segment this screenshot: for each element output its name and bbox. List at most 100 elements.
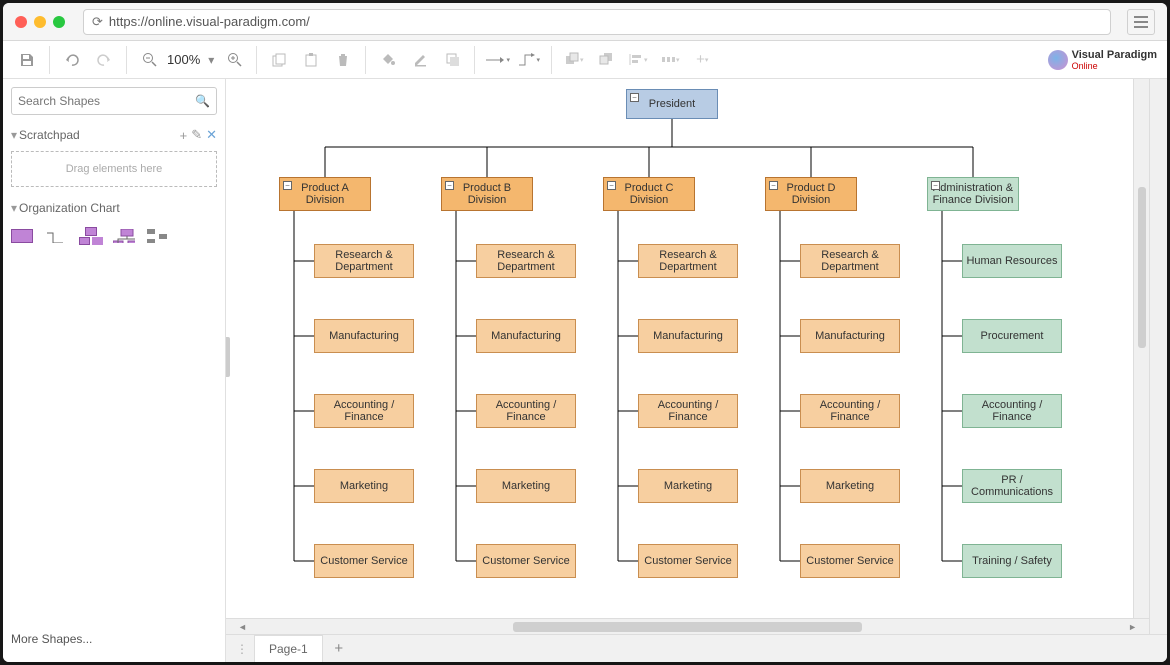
org-node[interactable]: Research & Department	[638, 244, 738, 278]
zoom-in-button[interactable]	[220, 46, 248, 74]
brand-icon	[1048, 50, 1068, 70]
app-window: ⟳ https://online.visual-paradigm.com/ 10…	[3, 3, 1167, 662]
address-bar[interactable]: ⟳ https://online.visual-paradigm.com/	[83, 9, 1111, 35]
org-node[interactable]: Product B Division−	[441, 177, 533, 211]
org-node[interactable]: Manufacturing	[800, 319, 900, 353]
org-node[interactable]: PR / Communications	[962, 469, 1062, 503]
sidebar: 🔍 ▾ Scratchpad + ✎ ✕ Drag elements here …	[3, 79, 226, 662]
waypoint-style-button[interactable]: ▾	[515, 46, 543, 74]
search-icon[interactable]: 🔍	[195, 94, 210, 108]
traffic-lights	[15, 16, 65, 28]
collapse-toggle[interactable]: −	[769, 181, 778, 190]
org-node[interactable]: Marketing	[476, 469, 576, 503]
zoom-out-button[interactable]	[135, 46, 163, 74]
zoom-value[interactable]: 100%	[165, 52, 202, 67]
more-shapes-link[interactable]: More Shapes...	[11, 624, 217, 654]
org-node[interactable]: Accounting / Finance	[476, 394, 576, 428]
brand-sub: Online	[1072, 61, 1157, 71]
page-tabs: ⋮ Page-1 +	[226, 634, 1167, 662]
zoom-dropdown[interactable]: ▾	[204, 46, 218, 74]
maximize-window-button[interactable]	[53, 16, 65, 28]
org-node[interactable]: Manufacturing	[476, 319, 576, 353]
shape-connector[interactable]	[45, 229, 67, 243]
org-node[interactable]: Research & Department	[800, 244, 900, 278]
horizontal-scrollbar[interactable]: ◄►	[226, 618, 1149, 634]
undo-button[interactable]	[58, 46, 86, 74]
tab-drag-handle[interactable]: ⋮	[230, 642, 254, 656]
shape-palette	[11, 227, 217, 245]
org-node[interactable]: Research & Department	[476, 244, 576, 278]
org-node[interactable]: Manufacturing	[638, 319, 738, 353]
redo-button[interactable]	[90, 46, 118, 74]
format-panel-collapsed[interactable]	[1149, 79, 1167, 634]
delete-button[interactable]	[329, 46, 357, 74]
browser-menu-button[interactable]	[1127, 9, 1155, 35]
shape-orgchart-large[interactable]	[113, 229, 135, 243]
minimize-window-button[interactable]	[34, 16, 46, 28]
collapse-toggle[interactable]: −	[630, 93, 639, 102]
search-shapes-input[interactable]	[18, 94, 195, 108]
org-node[interactable]: Customer Service	[638, 544, 738, 578]
save-button[interactable]	[13, 46, 41, 74]
collapse-toggle[interactable]: −	[931, 181, 940, 190]
line-color-button[interactable]	[406, 46, 434, 74]
scratchpad-close-button[interactable]: ✕	[206, 127, 217, 143]
org-node[interactable]: Administration & Finance Division−	[927, 177, 1019, 211]
fill-color-button[interactable]	[374, 46, 402, 74]
org-node[interactable]: Accounting / Finance	[962, 394, 1062, 428]
org-node[interactable]: Product D Division−	[765, 177, 857, 211]
diagram-canvas[interactable]: President− Product A Division− Research & …	[226, 79, 1149, 618]
brand-name: Visual Paradigm	[1072, 49, 1157, 61]
shape-node[interactable]	[11, 229, 33, 243]
collapse-toggle[interactable]: −	[283, 181, 292, 190]
org-node[interactable]: Human Resources	[962, 244, 1062, 278]
org-node[interactable]: Accounting / Finance	[638, 394, 738, 428]
brand-logo[interactable]: Visual Paradigm Online	[1048, 49, 1157, 71]
shape-list[interactable]	[147, 229, 169, 243]
collapse-toggle[interactable]: −	[607, 181, 616, 190]
org-node[interactable]: Manufacturing	[314, 319, 414, 353]
org-node[interactable]: Accounting / Finance	[314, 394, 414, 428]
copy-button[interactable]	[265, 46, 293, 74]
org-node[interactable]: Marketing	[800, 469, 900, 503]
paste-button[interactable]	[297, 46, 325, 74]
browser-chrome: ⟳ https://online.visual-paradigm.com/	[3, 3, 1167, 41]
scratchpad-dropzone[interactable]: Drag elements here	[11, 151, 217, 187]
org-node[interactable]: Research & Department	[314, 244, 414, 278]
scratchpad-add-button[interactable]: +	[180, 128, 188, 143]
org-node[interactable]: Product C Division−	[603, 177, 695, 211]
add-page-button[interactable]: +	[325, 640, 353, 657]
org-node[interactable]: Marketing	[314, 469, 414, 503]
distribute-button[interactable]: ▾	[656, 46, 684, 74]
org-node[interactable]: Training / Safety	[962, 544, 1062, 578]
scratchpad-edit-button[interactable]: ✎	[191, 127, 202, 143]
collapse-toggle[interactable]: −	[445, 181, 454, 190]
add-button[interactable]: + ▾	[688, 46, 716, 74]
shadow-button[interactable]	[438, 46, 466, 74]
org-chart-header[interactable]: ▾ Organization Chart	[11, 201, 217, 215]
org-node[interactable]: Customer Service	[800, 544, 900, 578]
align-button[interactable]: ▾	[624, 46, 652, 74]
connector-style-button[interactable]: ▾	[483, 46, 511, 74]
org-node[interactable]: Customer Service	[476, 544, 576, 578]
collapse-icon: ▾	[11, 201, 17, 215]
vertical-scrollbar[interactable]	[1133, 79, 1149, 618]
scratchpad-label: Scratchpad	[19, 128, 176, 142]
search-shapes-box[interactable]: 🔍	[11, 87, 217, 115]
shape-orgchart-small[interactable]	[79, 227, 101, 245]
content-area: 🔍 ▾ Scratchpad + ✎ ✕ Drag elements here …	[3, 79, 1167, 662]
org-node[interactable]: Accounting / Finance	[800, 394, 900, 428]
reload-icon[interactable]: ⟳	[92, 14, 103, 30]
to-back-button[interactable]	[592, 46, 620, 74]
org-node[interactable]: Product A Division−	[279, 177, 371, 211]
scratchpad-header[interactable]: ▾ Scratchpad + ✎ ✕	[11, 127, 217, 143]
tab-page-1[interactable]: Page-1	[254, 635, 323, 662]
org-node[interactable]: Customer Service	[314, 544, 414, 578]
org-node[interactable]: Procurement	[962, 319, 1062, 353]
org-node[interactable]: Marketing	[638, 469, 738, 503]
url-text: https://online.visual-paradigm.com/	[109, 14, 310, 29]
collapse-icon: ▾	[11, 128, 17, 142]
to-front-button[interactable]: ▾	[560, 46, 588, 74]
org-node[interactable]: President−	[626, 89, 718, 119]
close-window-button[interactable]	[15, 16, 27, 28]
